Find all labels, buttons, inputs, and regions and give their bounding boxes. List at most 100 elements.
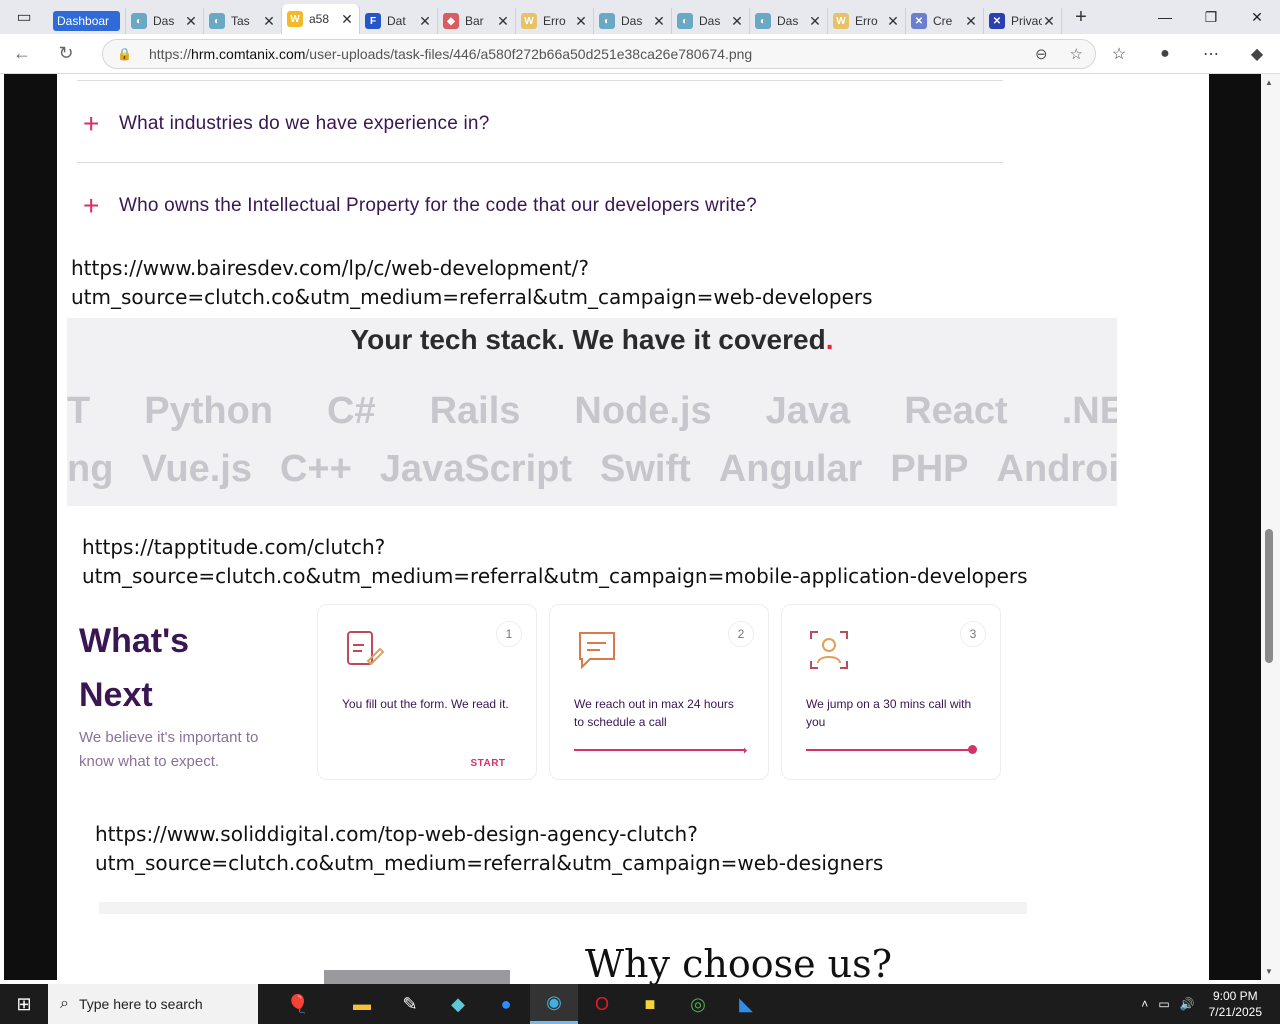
start-link[interactable]: START — [464, 743, 512, 783]
tabs-container: Dashboar ◐ Das ✕ ◐ Tas ✕ Wa58 ✕ F Dat ✕ ◆ Bar ✕ W Erro ✕ ◐… — [48, 0, 1062, 34]
tab-close-icon[interactable]: ✕ — [496, 13, 510, 30]
taskbar: ⊞ ⌕ Type here to search 🎈 ▬ ✎ ◆ ● ◉ O ■ … — [0, 984, 1280, 1024]
copilot-icon[interactable]: ◆ — [1234, 44, 1280, 64]
tech-label: ng — [67, 448, 114, 490]
close-window-icon[interactable]: ✕ — [1234, 0, 1280, 34]
faq-question: What industries do we have experience in… — [119, 113, 490, 134]
browser-tab[interactable]: ◐ Das ✕ — [750, 8, 828, 34]
zoom-app-icon[interactable]: ● — [482, 984, 530, 1024]
step-number: 3 — [960, 621, 986, 647]
tab-label: Dashboar — [53, 11, 120, 31]
vscode-icon[interactable]: ◣ — [722, 984, 770, 1024]
progress-line — [806, 749, 970, 751]
tech-label: JavaScript — [379, 448, 573, 490]
tab-close-icon[interactable]: ✕ — [574, 13, 588, 30]
tab-favicon-icon: W — [521, 13, 537, 29]
tech-row-2: ng Vue.js C++ JavaScript Swift Angular PHP Andr… — [67, 448, 1117, 491]
plus-icon: + — [83, 190, 100, 221]
clock[interactable]: 9:00 PM 7/21/2025 — [1209, 988, 1262, 1020]
tab-close-icon[interactable]: ✕ — [886, 13, 900, 30]
tab-label: Dat — [387, 14, 406, 28]
tab-close-icon[interactable]: ✕ — [964, 13, 978, 30]
link-text-soliddigital: https://www.soliddigital.com/top-web-des… — [95, 820, 883, 878]
browser-tab[interactable]: Dashboar — [48, 8, 126, 34]
profile-avatar[interactable]: ● — [1142, 45, 1188, 63]
new-tab-button[interactable]: + — [1062, 6, 1100, 29]
page-scrollbar[interactable]: ▲ ▼ — [1261, 74, 1280, 984]
tech-label: Node.js — [574, 390, 712, 432]
browser-tab[interactable]: Wa58 ✕ — [282, 4, 360, 34]
stack-title-dot: . — [825, 324, 834, 355]
link-line: https://www.soliddigital.com/top-web-des… — [95, 822, 698, 846]
url-path: /user-uploads/task-files/446/a580f272b66… — [305, 46, 753, 62]
tab-close-icon[interactable]: ✕ — [1042, 13, 1056, 30]
browser-tab[interactable]: ✕Privacy✕ — [984, 8, 1062, 34]
section-band — [99, 902, 1027, 914]
title-line: What's — [79, 622, 190, 660]
browser-tab[interactable]: ◐ Das ✕ — [126, 8, 204, 34]
browser-tab[interactable]: ◆ Bar ✕ — [438, 8, 516, 34]
tab-close-icon[interactable]: ✕ — [184, 13, 198, 30]
back-icon[interactable]: ← — [0, 43, 44, 64]
refresh-icon[interactable]: ↻ — [44, 43, 88, 64]
browser-tab[interactable]: F Dat ✕ — [360, 8, 438, 34]
tab-label: Das — [621, 14, 643, 28]
tab-close-icon[interactable]: ✕ — [340, 11, 354, 28]
file-explorer-icon[interactable]: ▬ — [338, 984, 386, 1024]
browser-tab[interactable]: ◐ Das ✕ — [672, 8, 750, 34]
taskbar-search[interactable]: ⌕ Type here to search — [48, 984, 258, 1024]
search-icon: ⌕ — [60, 995, 69, 1012]
sticky-notes-icon[interactable]: ■ — [626, 984, 674, 1024]
scroll-up-icon[interactable]: ▲ — [1265, 78, 1273, 87]
lock-icon[interactable]: 🔒 — [117, 47, 133, 61]
scroll-down-icon[interactable]: ▼ — [1265, 967, 1273, 976]
step-text: We jump on a 30 mins call with you — [806, 697, 972, 729]
browser-tab[interactable]: ✕ Cre ✕ — [906, 8, 984, 34]
step-card-3: 3 We jump on a 30 mins call with you — [781, 604, 1001, 780]
tab-label: Das — [699, 14, 721, 28]
restore-icon[interactable]: ❐ — [1188, 0, 1234, 34]
chrome-icon[interactable]: ◎ — [674, 984, 722, 1024]
browser-tab[interactable]: W Erro ✕ — [828, 8, 906, 34]
why-choose-heading: Why choose us? — [585, 942, 893, 984]
tab-close-icon[interactable]: ✕ — [652, 13, 666, 30]
more-menu-icon[interactable]: ⋯ — [1188, 44, 1234, 64]
scrollbar-thumb[interactable] — [1265, 529, 1273, 663]
tab-close-icon[interactable]: ✕ — [808, 13, 822, 30]
favorites-icon[interactable]: ☆ — [1096, 44, 1142, 64]
tab-label: Erro — [855, 14, 878, 28]
tab-actions-icon[interactable]: ▭ — [0, 0, 48, 34]
tab-close-icon[interactable]: ✕ — [262, 13, 276, 30]
app-icon[interactable]: ◆ — [434, 984, 482, 1024]
clock-date: 7/21/2025 — [1208, 1005, 1262, 1019]
opera-icon[interactable]: O — [578, 984, 626, 1024]
volume-icon[interactable]: 🔊 — [1180, 997, 1195, 1011]
address-input[interactable]: 🔒 https://hrm.comtanix.com/user-uploads/… — [102, 39, 1096, 69]
browser-tab[interactable]: W Erro ✕ — [516, 8, 594, 34]
favorite-star-icon[interactable]: ☆ — [1070, 45, 1083, 63]
faq-item[interactable]: + Who owns the Intellectual Property for… — [83, 190, 757, 222]
tech-label: Vue.js — [141, 448, 252, 490]
tab-close-icon[interactable]: ✕ — [730, 13, 744, 30]
tech-label: Angular — [718, 448, 863, 490]
tech-label: Python — [144, 390, 273, 432]
browser-tab[interactable]: ◐ Tas ✕ — [204, 8, 282, 34]
search-highlight-icon[interactable]: 🎈 — [258, 984, 338, 1024]
tab-favicon-icon: W — [833, 13, 849, 29]
network-icon[interactable]: ▭ — [1158, 997, 1169, 1011]
edge-icon[interactable]: ◉ — [530, 984, 578, 1024]
screenshot-image: + What industries do we have experience … — [57, 74, 1209, 984]
tech-label: T — [67, 390, 91, 432]
browser-tab[interactable]: ◐ Das ✕ — [594, 8, 672, 34]
tech-label: C++ — [279, 448, 352, 490]
minimize-icon[interactable]: — — [1142, 0, 1188, 34]
url-host: hrm.comtanix.com — [191, 46, 306, 62]
paint-icon[interactable]: ✎ — [386, 984, 434, 1024]
tab-favicon-icon: ◐ — [131, 13, 147, 29]
chevron-up-icon[interactable]: ˄ — [1141, 997, 1148, 1011]
faq-item[interactable]: + What industries do we have experience … — [83, 108, 489, 140]
tab-label: Das — [153, 14, 175, 28]
tab-close-icon[interactable]: ✕ — [418, 13, 432, 30]
windows-start-icon[interactable]: ⊞ — [0, 984, 48, 1024]
zoom-icon[interactable]: ⊖ — [1035, 45, 1048, 63]
